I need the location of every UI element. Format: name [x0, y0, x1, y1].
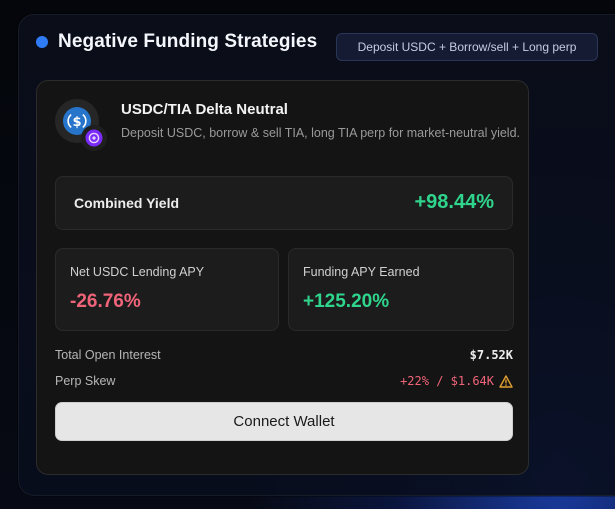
perp-skew-info: +22% / $1.64K — [400, 374, 513, 388]
strategy-description: Deposit USDC, borrow & sell TIA, long TI… — [121, 126, 521, 140]
strategy-title: USDC/TIA Delta Neutral — [121, 101, 288, 118]
app-background: Negative Funding Strategies Deposit USDC… — [0, 0, 615, 509]
funding-apy-label: Funding APY Earned — [303, 265, 420, 279]
tia-icon — [81, 125, 107, 151]
perp-skew-value: +22% / $1.64K — [400, 374, 494, 388]
open-interest-value: $7.52K — [469, 348, 513, 362]
funding-apy-value: +125.20% — [303, 291, 390, 312]
status-dot — [36, 36, 48, 48]
section-title: Negative Funding Strategies — [58, 31, 318, 52]
open-interest-label: Total Open Interest — [55, 348, 161, 362]
lending-apy-value: -26.76% — [70, 291, 141, 312]
funding-apy-box: Funding APY Earned +125.20% — [288, 248, 514, 331]
lending-apy-box: Net USDC Lending APY -26.76% — [55, 248, 279, 331]
token-pair-icons: $ — [55, 99, 111, 151]
svg-text:$: $ — [72, 115, 81, 130]
perp-skew-row: Perp Skew +22% / $1.64K — [55, 374, 513, 390]
strategy-card: $ USDC/TIA Delta Neutral Deposit USDC, b… — [36, 80, 529, 475]
lending-apy-label: Net USDC Lending APY — [70, 265, 205, 279]
open-interest-row: Total Open Interest $7.52K — [55, 348, 513, 364]
strategy-type-badge: Deposit USDC + Borrow/sell + Long perp — [336, 33, 598, 61]
combined-yield-value: +98.44% — [414, 191, 494, 213]
combined-yield-label: Combined Yield — [74, 195, 180, 211]
connect-wallet-button[interactable]: Connect Wallet — [55, 402, 513, 441]
perp-skew-label: Perp Skew — [55, 374, 116, 388]
section-header: Negative Funding Strategies — [36, 31, 317, 53]
warning-icon[interactable] — [499, 374, 513, 388]
combined-yield-box: Combined Yield +98.44% — [55, 176, 513, 230]
